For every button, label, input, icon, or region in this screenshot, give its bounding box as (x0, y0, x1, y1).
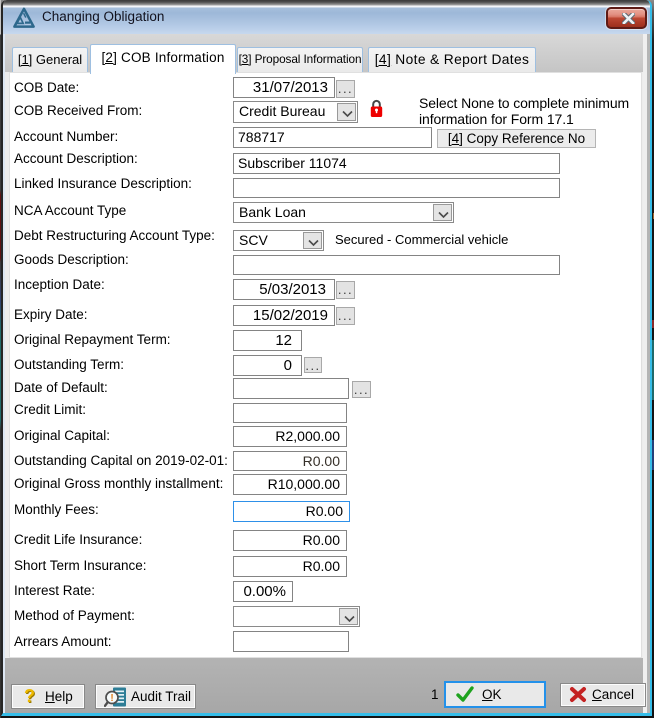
svg-text:!: ! (110, 693, 113, 704)
